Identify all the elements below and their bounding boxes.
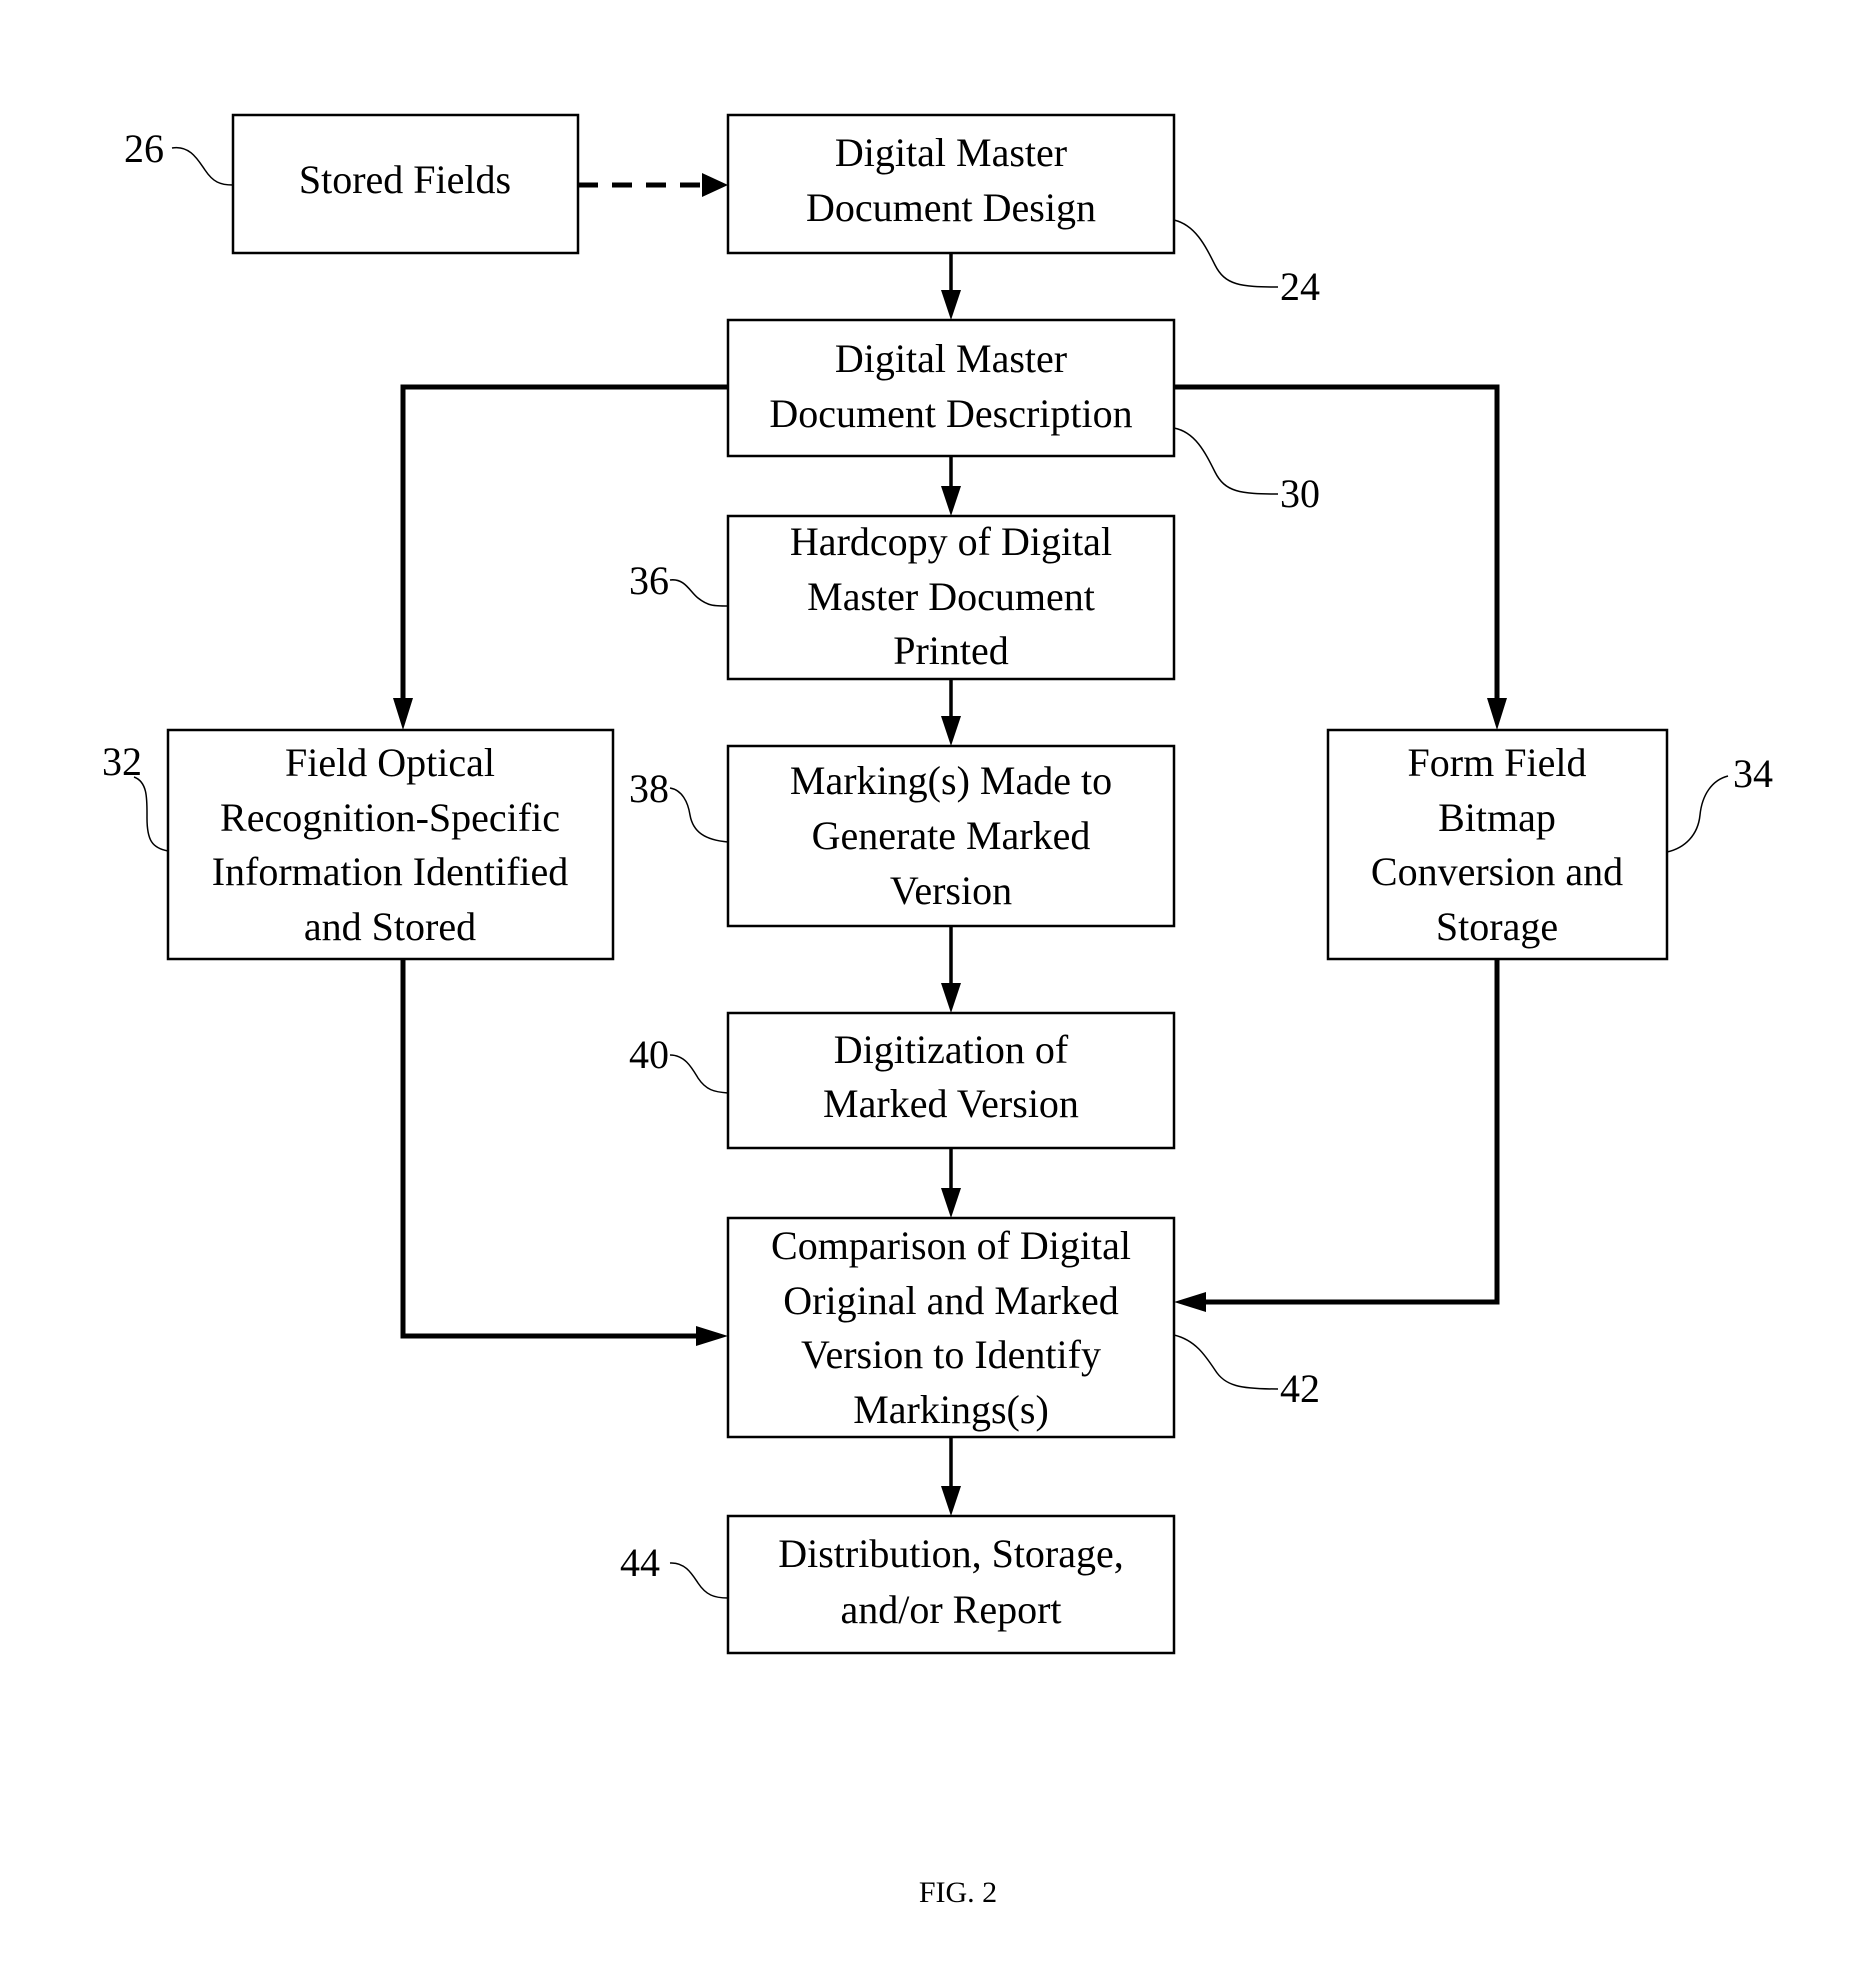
ref-30-label: 30 xyxy=(1280,471,1320,516)
node-stored-fields-line-1: Stored Fields xyxy=(299,157,511,202)
node-form-field-line-2: Bitmap xyxy=(1438,795,1556,840)
ref-34: 34 xyxy=(1666,751,1773,853)
node-markings-made-line-3: Version xyxy=(890,868,1012,913)
edge-hardcopy-to-markings-made xyxy=(941,679,961,746)
node-digitization-line-2: Marked Version xyxy=(823,1081,1079,1126)
node-form-field-line-3: Conversion and xyxy=(1371,849,1623,894)
node-digitization-line-1: Digitization of xyxy=(834,1027,1069,1072)
node-field-optical-line-4: and Stored xyxy=(304,904,476,949)
node-comparison-line-1: Comparison of Digital xyxy=(771,1223,1131,1268)
node-markings-made-line-2: Generate Marked xyxy=(812,813,1091,858)
node-comparison-line-4: Markings(s) xyxy=(853,1387,1049,1432)
node-field-optical: Field Optical Recognition-Specific Infor… xyxy=(166,728,615,961)
ref-36: 36 xyxy=(629,558,729,607)
edge-field-optical-to-comparison xyxy=(400,959,728,1346)
node-hardcopy-line-2: Master Document xyxy=(807,574,1095,619)
ref-34-label: 34 xyxy=(1733,751,1773,796)
node-distribution: Distribution, Storage, and/or Report xyxy=(726,1514,1176,1655)
node-distribution-line-2: and/or Report xyxy=(840,1587,1061,1632)
node-master-design: Digital Master Document Design xyxy=(726,113,1176,255)
ref-38: 38 xyxy=(629,766,729,843)
edge-digitization-to-comparison xyxy=(941,1148,961,1218)
node-field-optical-line-2: Recognition-Specific xyxy=(220,795,560,840)
ref-40-label: 40 xyxy=(629,1032,669,1077)
node-field-optical-line-3: Information Identified xyxy=(212,849,569,894)
figure-caption: FIG. 2 xyxy=(919,1876,997,1909)
node-distribution-line-1: Distribution, Storage, xyxy=(778,1531,1124,1576)
node-comparison-line-2: Original and Marked xyxy=(783,1278,1118,1323)
node-stored-fields: Stored Fields xyxy=(231,113,580,255)
node-form-field-line-1: Form Field xyxy=(1408,740,1587,785)
edge-form-field-to-comparison xyxy=(1174,959,1500,1312)
ref-44-label: 44 xyxy=(620,1540,660,1585)
node-comparison: Comparison of Digital Original and Marke… xyxy=(726,1216,1176,1439)
ref-42-label: 42 xyxy=(1280,1366,1320,1411)
ref-30: 30 xyxy=(1173,427,1320,516)
node-field-optical-line-1: Field Optical xyxy=(285,740,495,785)
ref-32: 32 xyxy=(102,739,169,852)
ref-38-label: 38 xyxy=(629,766,669,811)
edge-markings-made-to-digitization xyxy=(941,926,961,1013)
node-digitization: Digitization of Marked Version xyxy=(726,1011,1176,1150)
edge-comparison-to-distribution xyxy=(941,1437,961,1516)
edge-master-design-to-master-description xyxy=(941,252,961,320)
node-hardcopy-line-3: Printed xyxy=(893,628,1009,673)
node-markings-made: Marking(s) Made to Generate Marked Versi… xyxy=(726,744,1176,928)
ref-24-label: 24 xyxy=(1280,264,1320,309)
node-master-design-line-1: Digital Master xyxy=(835,130,1067,175)
ref-24: 24 xyxy=(1173,219,1320,309)
edge-master-description-to-field-optical xyxy=(393,384,728,730)
node-comparison-line-3: Version to Identify xyxy=(801,1332,1101,1377)
node-markings-made-line-1: Marking(s) Made to xyxy=(790,758,1112,803)
node-form-field-line-4: Storage xyxy=(1436,904,1558,949)
flowchart: Stored Fields Digital Master Document De… xyxy=(102,113,1773,1909)
node-master-description-line-1: Digital Master xyxy=(835,336,1067,381)
ref-26: 26 xyxy=(124,126,234,186)
node-form-field: Form Field Bitmap Conversion and Storage xyxy=(1326,728,1669,961)
ref-44: 44 xyxy=(620,1540,729,1599)
node-master-description: Digital Master Document Description xyxy=(726,318,1176,458)
node-hardcopy-line-1: Hardcopy of Digital xyxy=(790,519,1112,564)
ref-42: 42 xyxy=(1173,1334,1320,1411)
node-hardcopy: Hardcopy of Digital Master Document Prin… xyxy=(726,514,1176,681)
ref-26-label: 26 xyxy=(124,126,164,171)
ref-36-label: 36 xyxy=(629,558,669,603)
node-master-design-line-2: Document Design xyxy=(806,185,1096,230)
edge-stored-fields-to-master-design xyxy=(578,173,728,197)
edge-master-description-to-form-field xyxy=(1174,384,1507,730)
node-master-description-line-2: Document Description xyxy=(769,391,1132,436)
ref-40: 40 xyxy=(629,1032,729,1094)
edge-master-description-to-hardcopy xyxy=(941,456,961,516)
